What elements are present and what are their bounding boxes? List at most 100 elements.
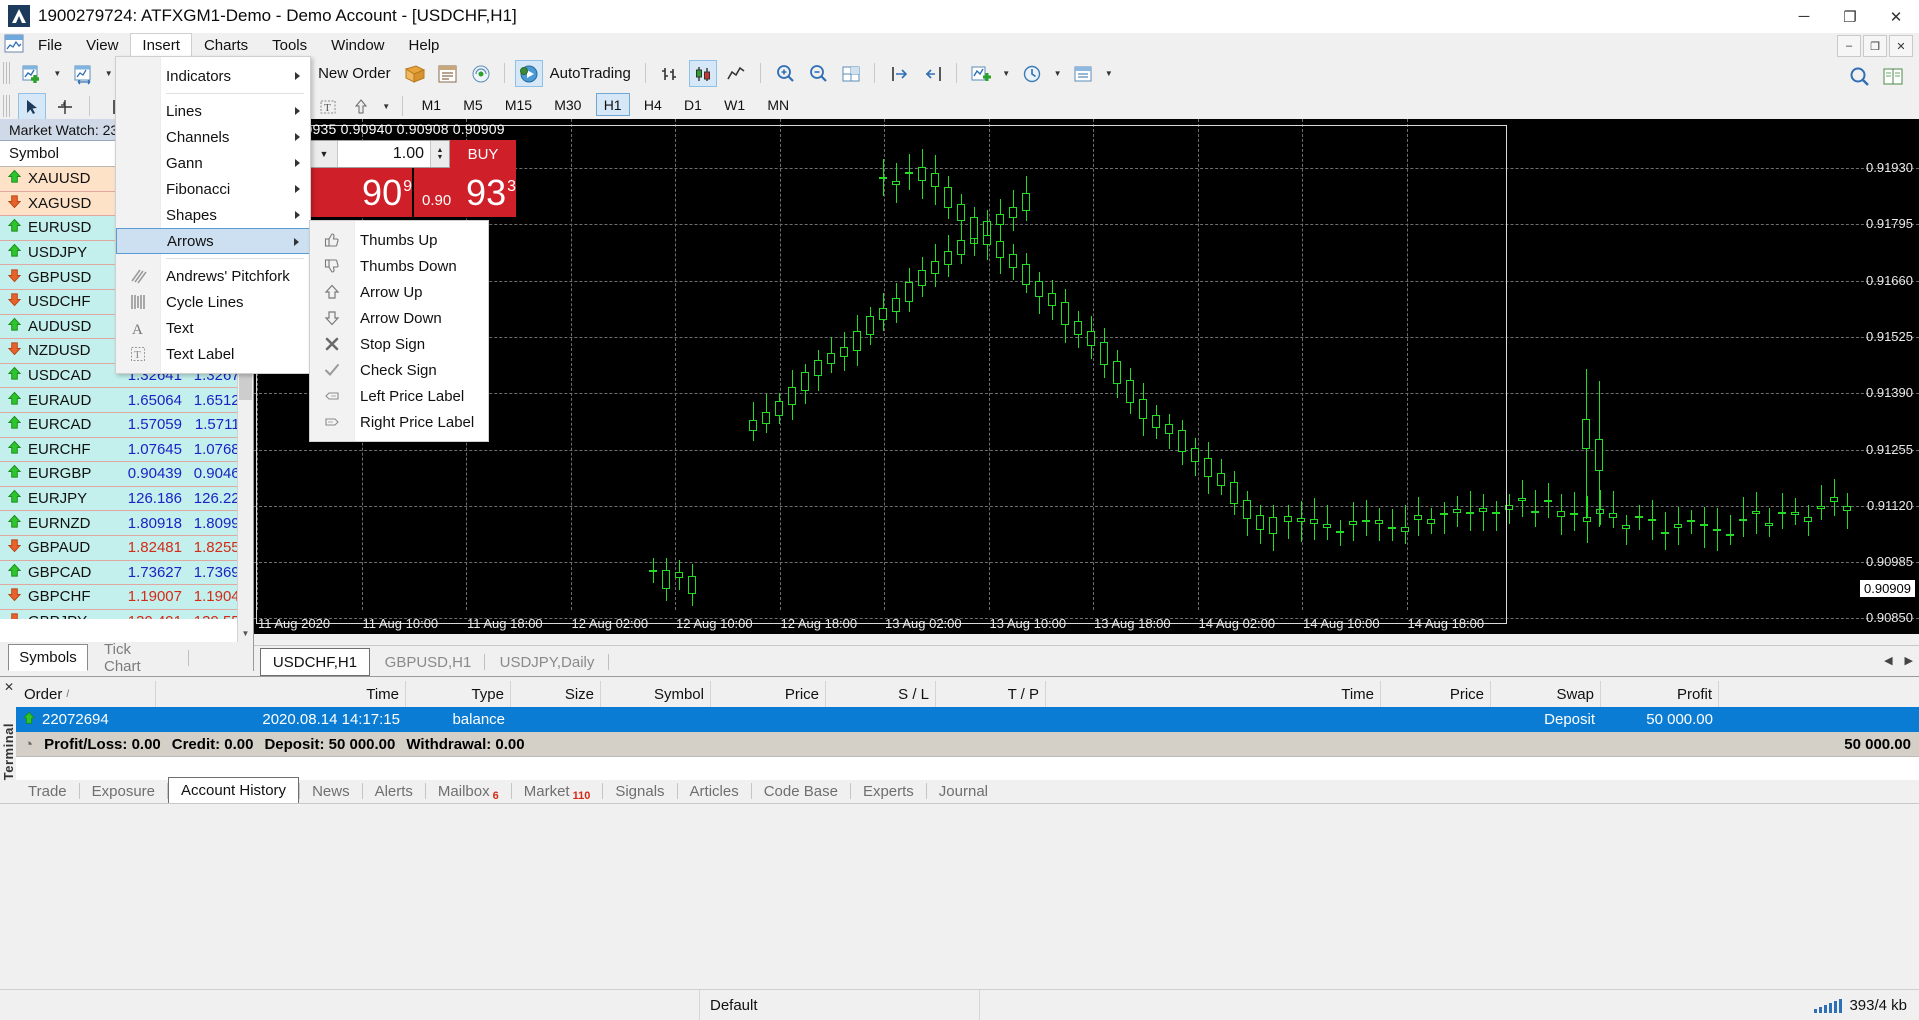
submenu-item-arrow-down[interactable]: Arrow Down bbox=[310, 305, 488, 331]
column-header-size[interactable]: Size bbox=[511, 681, 601, 707]
menu-charts[interactable]: Charts bbox=[192, 33, 260, 57]
column-header-price[interactable]: Price bbox=[711, 681, 826, 707]
market-watch-row[interactable]: EURNZD1.809181.80995 bbox=[0, 511, 253, 536]
tab-trade[interactable]: Trade bbox=[16, 779, 79, 804]
new-order-button[interactable]: New Order bbox=[316, 60, 396, 87]
menu-item-arrows[interactable]: Arrows bbox=[116, 228, 310, 254]
scroll-down-icon[interactable]: ▼ bbox=[238, 625, 253, 642]
menu-help[interactable]: Help bbox=[397, 33, 452, 57]
indicators-icon[interactable] bbox=[967, 60, 995, 87]
submenu-item-check-sign[interactable]: Check Sign bbox=[310, 357, 488, 383]
tab-symbols[interactable]: Symbols bbox=[8, 644, 88, 671]
column-header-profit[interactable]: Profit bbox=[1601, 681, 1719, 707]
news-icon[interactable] bbox=[434, 60, 462, 87]
timeframe-w1[interactable]: W1 bbox=[716, 93, 753, 116]
tab-signals[interactable]: Signals bbox=[603, 779, 676, 804]
submenu-item-arrow-up[interactable]: Arrow Up bbox=[310, 279, 488, 305]
autotrading-icon[interactable] bbox=[515, 60, 543, 87]
oct-volume-stepper[interactable]: ▲▼ bbox=[430, 141, 449, 167]
column-header-s-l[interactable]: S / L bbox=[826, 681, 936, 707]
timeframe-m1[interactable]: M1 bbox=[414, 93, 449, 116]
zoom-in-icon[interactable] bbox=[771, 60, 799, 87]
oct-volume-dropdown-icon[interactable]: ▼ bbox=[311, 141, 338, 167]
oct-buy-price[interactable]: 0.90 93 3 bbox=[412, 168, 516, 217]
menu-tools[interactable]: Tools bbox=[260, 33, 319, 57]
table-row[interactable]: 220726942020.08.14 14:17:15balanceDeposi… bbox=[16, 707, 1919, 732]
text-label-tool-icon[interactable]: T bbox=[314, 93, 342, 120]
market-watch-row[interactable]: EURJPY126.186126.221 bbox=[0, 487, 253, 512]
metaeditor-icon[interactable] bbox=[401, 60, 429, 87]
terminal-close-icon[interactable]: ✕ bbox=[4, 680, 14, 694]
market-watch-row[interactable]: EURCHF1.076451.07687 bbox=[0, 438, 253, 463]
chart-tab-usdchf-h1[interactable]: USDCHF,H1 bbox=[260, 648, 370, 676]
menu-insert[interactable]: Insert bbox=[130, 33, 192, 57]
submenu-item-right-price-label[interactable]: Right Price Label bbox=[310, 409, 488, 435]
bar-chart-icon[interactable] bbox=[656, 60, 684, 87]
market-watch-row[interactable]: GBPCHF1.190071.19045 bbox=[0, 585, 253, 610]
crosshair-icon[interactable] bbox=[51, 93, 79, 120]
submenu-item-left-price-label[interactable]: Left Price Label bbox=[310, 383, 488, 409]
tab-alerts[interactable]: Alerts bbox=[363, 779, 425, 804]
column-header-time[interactable]: Time bbox=[156, 681, 406, 707]
cursor-icon[interactable] bbox=[18, 93, 46, 120]
line-toolbar-grip[interactable] bbox=[3, 95, 10, 117]
menu-item-indicators[interactable]: Indicators bbox=[116, 63, 310, 89]
timeframe-d1[interactable]: D1 bbox=[676, 93, 710, 116]
tab-news[interactable]: News bbox=[300, 779, 362, 804]
menu-item-gann[interactable]: Gann bbox=[116, 150, 310, 176]
help-contents-icon[interactable] bbox=[1879, 63, 1907, 90]
signals-icon[interactable] bbox=[467, 60, 495, 87]
arrows-tool-dropdown-icon[interactable]: ▼ bbox=[379, 93, 393, 120]
column-header-t-p[interactable]: T / P bbox=[936, 681, 1046, 707]
submenu-item-thumbs-down[interactable]: Thumbs Down bbox=[310, 253, 488, 279]
insert-menu[interactable]: Indicators Lines Channels Gann Fibonacci… bbox=[115, 56, 311, 374]
status-profile[interactable]: Default bbox=[700, 990, 980, 1020]
mdi-restore-button[interactable]: ❐ bbox=[1863, 35, 1887, 57]
zoom-out-icon[interactable] bbox=[804, 60, 832, 87]
new-chart-icon[interactable] bbox=[18, 60, 46, 87]
maximize-button[interactable]: ❐ bbox=[1827, 0, 1873, 33]
tab-articles[interactable]: Articles bbox=[678, 779, 751, 804]
candlestick-chart-icon[interactable] bbox=[689, 60, 717, 87]
timeframe-h1[interactable]: H1 bbox=[596, 93, 630, 116]
chart-tab-gbpusd-h1[interactable]: GBPUSD,H1 bbox=[374, 648, 482, 676]
column-header-time[interactable]: Time bbox=[1046, 681, 1381, 707]
mdi-close-button[interactable]: ✕ bbox=[1889, 35, 1913, 57]
timeframe-h4[interactable]: H4 bbox=[636, 93, 670, 116]
toolbar-grip[interactable] bbox=[3, 62, 10, 84]
chart-y-axis[interactable]: 0.919300.917950.916600.915250.913900.912… bbox=[1766, 119, 1919, 634]
column-header-order[interactable]: Order / bbox=[16, 681, 156, 707]
market-watch-row[interactable]: GBPJPY139.491139.551 bbox=[0, 610, 253, 619]
mdi-minimize-button[interactable]: – bbox=[1837, 35, 1861, 57]
timeframe-m15[interactable]: M15 bbox=[497, 93, 540, 116]
search-icon[interactable] bbox=[1846, 63, 1874, 90]
chart-tab-usdjpy-daily[interactable]: USDJPY,Daily bbox=[488, 648, 606, 676]
auto-scroll-icon[interactable] bbox=[886, 60, 914, 87]
column-header-symbol[interactable]: Symbol bbox=[601, 681, 711, 707]
close-button[interactable]: ✕ bbox=[1873, 0, 1919, 33]
oct-volume-value[interactable]: 1.00 bbox=[338, 141, 430, 167]
column-header-type[interactable]: Type bbox=[406, 681, 511, 707]
tab-market[interactable]: Market110 bbox=[512, 779, 603, 804]
menu-item-cycle-lines[interactable]: Cycle Lines bbox=[116, 289, 310, 315]
tab-code-base[interactable]: Code Base bbox=[752, 779, 850, 804]
period-dropdown-icon[interactable]: ▼ bbox=[1051, 60, 1065, 87]
templates-icon[interactable] bbox=[1070, 60, 1098, 87]
menu-item-text-label[interactable]: T Text Label bbox=[116, 341, 310, 367]
menu-item-shapes[interactable]: Shapes bbox=[116, 202, 310, 228]
oct-buy-button[interactable]: BUY bbox=[450, 140, 516, 168]
line-chart-icon[interactable] bbox=[722, 60, 750, 87]
menu-view[interactable]: View bbox=[74, 33, 130, 57]
chart-tab-next-icon[interactable]: ▶ bbox=[1905, 654, 1913, 667]
profiles-dropdown-icon[interactable]: ▼ bbox=[102, 60, 116, 87]
tab-tick-chart[interactable]: Tick Chart bbox=[92, 644, 182, 671]
market-watch-row[interactable]: GBPAUD1.824811.82556 bbox=[0, 536, 253, 561]
submenu-item-stop-sign[interactable]: Stop Sign bbox=[310, 331, 488, 357]
menu-item-andrews-pitchfork[interactable]: Andrews' Pitchfork bbox=[116, 263, 310, 289]
menu-item-lines[interactable]: Lines bbox=[116, 98, 310, 124]
menu-window[interactable]: Window bbox=[319, 33, 396, 57]
arrows-submenu[interactable]: Thumbs Up Thumbs Down Arrow Up Arrow Dow… bbox=[309, 220, 489, 442]
timeframe-m5[interactable]: M5 bbox=[455, 93, 490, 116]
profiles-icon[interactable] bbox=[70, 60, 98, 87]
period-icon[interactable] bbox=[1018, 60, 1046, 87]
